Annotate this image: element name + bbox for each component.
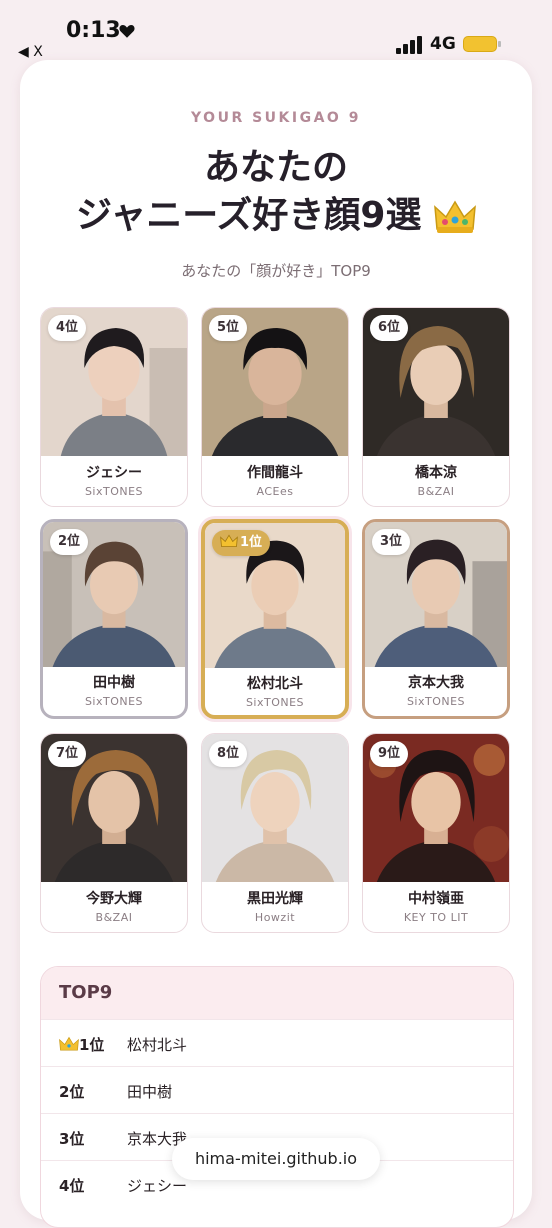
row-rank: 3位 xyxy=(59,1130,85,1148)
member-name: 京本大我 xyxy=(408,675,464,691)
top9-list: TOP9 1位 松村北斗 2位 田中樹 3位 京本大我 4位 ジェシー xyxy=(40,966,514,1228)
network-label: 4G xyxy=(430,34,456,54)
crown-icon xyxy=(434,200,476,233)
member-name: 松村北斗 xyxy=(247,676,303,692)
crown-icon xyxy=(59,1036,79,1051)
title-line-2-wrap: ジャニーズ好き顔9選 xyxy=(20,192,532,240)
member-name: 黒田光輝 xyxy=(247,891,303,907)
url-bar[interactable]: hima-mitei.github.io xyxy=(172,1138,380,1180)
rank-badge: 9位 xyxy=(370,741,409,767)
title-line-1: あなたの xyxy=(203,147,348,188)
rank-label: 1位 xyxy=(240,535,263,550)
member-tile[interactable]: 6位 橋本涼 B&ZAI xyxy=(362,307,510,507)
member-group: Howzit xyxy=(254,911,296,924)
rank-badge: 7位 xyxy=(48,741,87,767)
row-rank: 4位 xyxy=(59,1177,85,1195)
list-item[interactable]: 2位 田中樹 xyxy=(41,1066,513,1113)
battery-tip xyxy=(498,41,501,47)
crown-icon xyxy=(220,534,238,547)
member-group: SixTONES xyxy=(245,696,305,709)
member-group: B&ZAI xyxy=(95,911,133,924)
rank-badge: 4位 xyxy=(48,315,87,341)
subtitle: あなたの「顔が好き」TOP9 xyxy=(181,262,371,280)
member-name: 橋本涼 xyxy=(415,465,457,481)
rank-badge: 2位 xyxy=(50,529,89,555)
member-tile-rank3[interactable]: 3位 京本大我 SixTONES xyxy=(362,519,510,719)
row-name: 松村北斗 xyxy=(127,1036,188,1054)
top9-heading: TOP9 xyxy=(41,967,513,1019)
rank-badge: 3位 xyxy=(372,529,411,555)
member-tile[interactable]: 8位 黒田光輝 Howzit xyxy=(201,733,349,933)
page-title: あなたの ジャニーズ好き顔9選 xyxy=(20,144,532,240)
member-name: 田中樹 xyxy=(93,675,135,691)
member-tile-rank2[interactable]: 2位 田中樹 SixTONES xyxy=(40,519,188,719)
result-card: YOUR SUKIGAO 9 あなたの ジャニーズ好き顔9選 あなたの「顔が好き… xyxy=(20,60,532,1228)
clock: 0:13 xyxy=(66,18,121,43)
member-group: ACEes xyxy=(256,485,294,498)
rank-badge: 8位 xyxy=(209,741,248,767)
row-rank: 2位 xyxy=(59,1083,85,1101)
heart-icon xyxy=(119,25,135,38)
battery-icon xyxy=(463,36,497,52)
member-tile[interactable]: 5位 作間龍斗 ACEes xyxy=(201,307,349,507)
row-name: 田中樹 xyxy=(127,1083,173,1101)
member-group: SixTONES xyxy=(84,485,144,498)
member-name: 作間龍斗 xyxy=(247,465,303,481)
member-tile[interactable]: 4位 ジェシー SixTONES xyxy=(40,307,188,507)
row-rank-label: 1位 xyxy=(79,1036,105,1054)
member-name: ジェシー xyxy=(86,465,142,481)
member-group: SixTONES xyxy=(84,695,144,708)
rank-badge: 5位 xyxy=(209,315,248,341)
list-item[interactable]: 1位 松村北斗 xyxy=(41,1019,513,1066)
member-tile[interactable]: 9位 中村嶺亜 KEY TO LIT xyxy=(362,733,510,933)
signal-icon xyxy=(396,36,422,54)
member-tile-rank1[interactable]: 1位 松村北斗 SixTONES xyxy=(201,519,349,719)
member-group: B&ZAI xyxy=(417,485,455,498)
row-rank: 1位 xyxy=(59,1034,104,1055)
row-name: ジェシー xyxy=(127,1177,188,1195)
member-name: 今野大輝 xyxy=(86,891,142,907)
member-group: SixTONES xyxy=(406,695,466,708)
member-tile[interactable]: 7位 今野大輝 B&ZAI xyxy=(40,733,188,933)
title-line-2: ジャニーズ好き顔9選 xyxy=(76,195,422,236)
rank-badge-gold: 1位 xyxy=(212,530,271,556)
back-to-app-link[interactable]: ◀ X xyxy=(18,44,43,60)
member-name: 中村嶺亜 xyxy=(408,891,464,907)
member-group: KEY TO LIT xyxy=(403,911,469,924)
rank-badge: 6位 xyxy=(370,315,409,341)
eyebrow-label: YOUR SUKIGAO 9 xyxy=(191,110,361,126)
status-bar: 0:13 ◀ X 4G xyxy=(0,0,552,64)
